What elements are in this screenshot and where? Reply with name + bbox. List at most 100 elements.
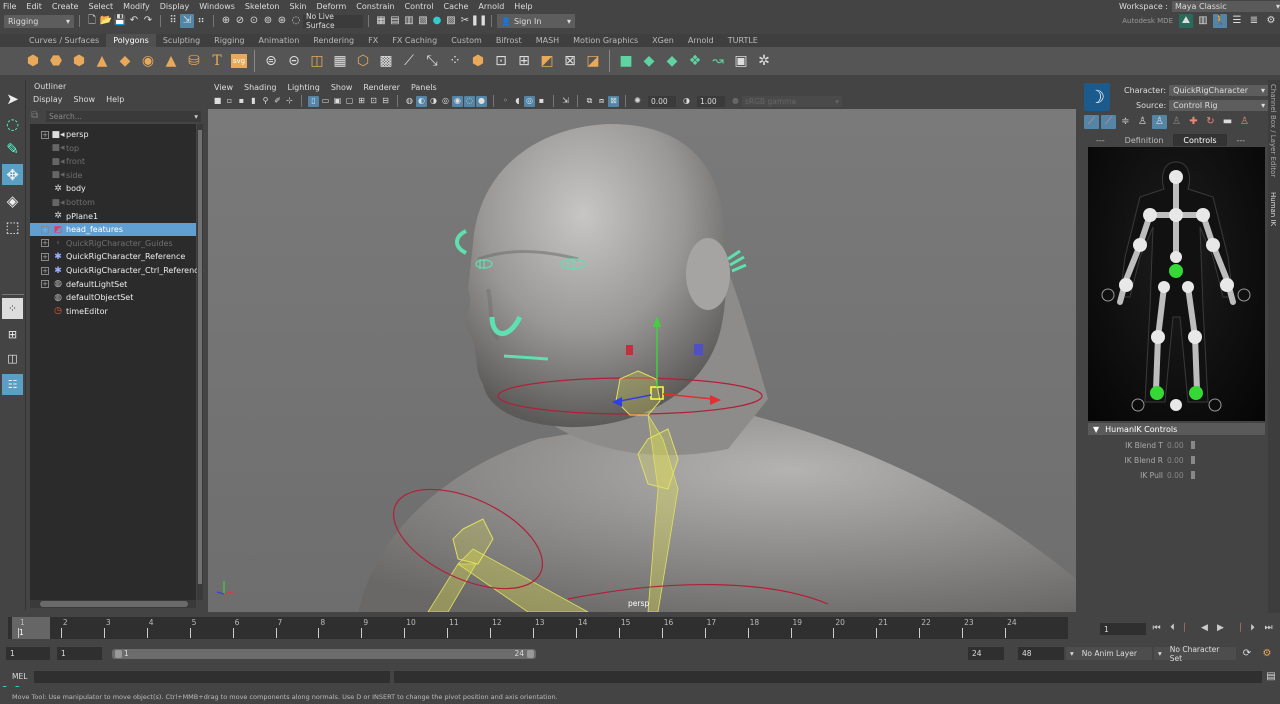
sign-in-button[interactable]: 👤 Sign In ▾	[497, 14, 575, 28]
uv-checker-icon[interactable]: ▣	[732, 52, 750, 70]
poly-cylinder-icon[interactable]: ⬢	[70, 52, 88, 70]
undo-icon[interactable]: ↶	[127, 14, 141, 28]
menu-file[interactable]: File	[0, 2, 21, 11]
shelf-tab-rendering[interactable]: Rendering	[306, 34, 361, 47]
humanik-tab-more-left[interactable]: ---	[1086, 134, 1115, 146]
step-back-frame-icon[interactable]: ⏴	[1166, 621, 1179, 635]
select-object-icon[interactable]: ⇲	[180, 14, 194, 28]
viewport-menu-view[interactable]: View	[214, 83, 233, 92]
fk-effector-icon[interactable]: ⟋	[1084, 115, 1099, 129]
snap-view-plane-icon[interactable]: ⊛	[275, 14, 289, 28]
merge-icon[interactable]: ◪	[584, 52, 602, 70]
live-surface-field[interactable]: No Live Surface	[303, 12, 363, 30]
snap-curve-icon[interactable]: ⊘	[233, 14, 247, 28]
anti-aliasing-icon[interactable]: ◌	[464, 95, 475, 107]
play-backwards-icon[interactable]: ◀	[1198, 621, 1211, 635]
ambient-occlusion-icon[interactable]: ◎	[440, 96, 451, 107]
shelf-tab-sculpting[interactable]: Sculpting	[156, 34, 207, 47]
chevron-down-icon[interactable]: ▾	[194, 112, 201, 121]
snap-point-icon[interactable]: ⊙	[247, 14, 261, 28]
combine-icon[interactable]: ⊜	[262, 52, 280, 70]
poly-cube-icon[interactable]: ⬣	[47, 52, 65, 70]
smooth-shade-icon[interactable]: ▭	[320, 96, 331, 107]
tool-settings-icon[interactable]: ☰	[1230, 14, 1244, 28]
lasso-tool-icon[interactable]: ◌	[2, 113, 23, 134]
isolate-select-icon[interactable]: ◍	[404, 96, 415, 107]
wireframe-on-shaded-icon[interactable]: ▣	[332, 96, 343, 107]
settings-gear-icon[interactable]: ⚙	[1264, 14, 1278, 28]
pin-translate-icon[interactable]: ✚	[1186, 115, 1201, 129]
select-component-icon[interactable]: ⠶	[194, 14, 208, 28]
outliner-item-defaultlightset[interactable]: + ◍ defaultLightSet	[30, 278, 196, 291]
outliner-item-persp[interactable]: + ■◂ persp	[30, 128, 196, 141]
shelf-tab-arnold[interactable]: Arnold	[681, 34, 721, 47]
full-body-icon[interactable]: ♙	[1135, 115, 1150, 129]
skeleton-icon[interactable]: ≑	[1118, 115, 1133, 129]
expand-icon[interactable]: +	[41, 225, 49, 234]
step-forward-key-icon[interactable]: ⎹	[1230, 621, 1243, 635]
outliner-vertical-scrollbar[interactable]	[197, 124, 203, 600]
menu-modify[interactable]: Modify	[118, 2, 155, 11]
unfold-icon[interactable]: ✲	[755, 52, 773, 70]
backface-culling-icon[interactable]: ◑	[428, 96, 439, 107]
append-to-polygon-icon[interactable]: ⊞	[515, 52, 533, 70]
extrude-icon[interactable]: ⬢	[469, 52, 487, 70]
menu-control[interactable]: Control	[400, 2, 439, 11]
shelf-tab-fx[interactable]: FX	[361, 34, 385, 47]
shelf-tab-rigging[interactable]: Rigging	[207, 34, 251, 47]
pause-viewport-icon[interactable]: ❚❚	[471, 14, 488, 28]
select-tool-icon[interactable]: ➤	[2, 88, 23, 109]
field-chart-icon[interactable]: ⧈	[596, 96, 607, 107]
outliner-horizontal-scrollbar[interactable]	[30, 600, 196, 608]
target-weld-icon[interactable]: ⤡	[423, 52, 441, 70]
poly-svg-icon[interactable]: svg	[231, 54, 247, 68]
scrollbar-thumb[interactable]	[40, 601, 188, 607]
shelf-tab-polygons[interactable]: Polygons	[106, 34, 156, 47]
side-tab-channel-box[interactable]: Channel Box / Layer Editor	[1269, 84, 1277, 177]
expand-icon[interactable]: +	[41, 280, 49, 289]
camera-gate-icon[interactable]: ◦	[500, 96, 511, 107]
expand-icon[interactable]: +	[41, 266, 49, 275]
make-live-icon[interactable]: ◌	[289, 14, 303, 28]
mel-command-input[interactable]	[34, 671, 390, 683]
outliner-menu-help[interactable]: Help	[106, 95, 124, 104]
bevel-icon[interactable]: ◩	[538, 52, 556, 70]
bridge-icon[interactable]: ⊡	[492, 52, 510, 70]
outliner-item-head-features[interactable]: + ◩ head_features	[30, 223, 196, 237]
persp-outliner-layout-icon[interactable]: ◫	[2, 348, 23, 369]
menu-arnold[interactable]: Arnold	[473, 2, 509, 11]
shelf-tab-turtle[interactable]: TURTLE	[721, 34, 765, 47]
exposure-field[interactable]: 0.00	[648, 95, 676, 107]
attr-value[interactable]: 0.00	[1163, 456, 1191, 465]
script-editor-icon[interactable]: ▤	[1264, 670, 1278, 684]
outliner-menu-show[interactable]: Show	[74, 95, 96, 104]
step-back-key-icon[interactable]: ⎸	[1182, 621, 1195, 635]
poly-plane-icon[interactable]: ◆	[116, 52, 134, 70]
character-dropdown[interactable]: QuickRigCharacter ▾	[1169, 85, 1270, 96]
open-scene-icon[interactable]: 📂	[99, 14, 113, 28]
select-tool-icon[interactable]: ⇲	[560, 96, 571, 107]
humanik-tab-controls[interactable]: Controls	[1173, 134, 1227, 146]
color-management-icon[interactable]: ●	[730, 96, 741, 107]
outliner-item-defaultobjectset[interactable]: ◍ defaultObjectSet	[30, 291, 196, 304]
poly-pipe-icon[interactable]: ⛁	[185, 52, 203, 70]
release-pin-icon[interactable]: ▬	[1220, 115, 1235, 129]
2d-pan-zoom-icon[interactable]: ⚲	[260, 96, 271, 107]
automatic-mapping-icon[interactable]: ❖	[686, 52, 704, 70]
remesh-icon[interactable]: ▩	[377, 52, 395, 70]
poly-sphere-icon[interactable]: ⬢	[24, 52, 42, 70]
outliner-item-body[interactable]: ✲ body	[30, 182, 196, 195]
expand-icon[interactable]: +	[41, 239, 49, 248]
viewport-menu-panels[interactable]: Panels	[411, 83, 437, 92]
menu-constrain[interactable]: Constrain	[351, 2, 399, 11]
poly-text-icon[interactable]: T	[208, 52, 226, 70]
attr-slider[interactable]	[1191, 441, 1195, 449]
time-slider[interactable]: 1 1 2 3 4 5 6 7 8 9 10 11 12 13 14 15 16 17 18 19 20 21 22 23 2…	[8, 617, 1068, 639]
ik-effector-icon[interactable]: ⟋	[1101, 115, 1116, 129]
modeling-toolkit-icon[interactable]: ⛰	[1179, 14, 1193, 28]
scrollbar-thumb[interactable]	[198, 130, 202, 584]
shelf-tab-animation[interactable]: Animation	[251, 34, 306, 47]
outliner-item-side[interactable]: ■◂ side	[30, 169, 196, 182]
select-hierarchy-icon[interactable]: ⠿	[166, 14, 180, 28]
range-slider[interactable]: 1 24	[112, 649, 536, 659]
